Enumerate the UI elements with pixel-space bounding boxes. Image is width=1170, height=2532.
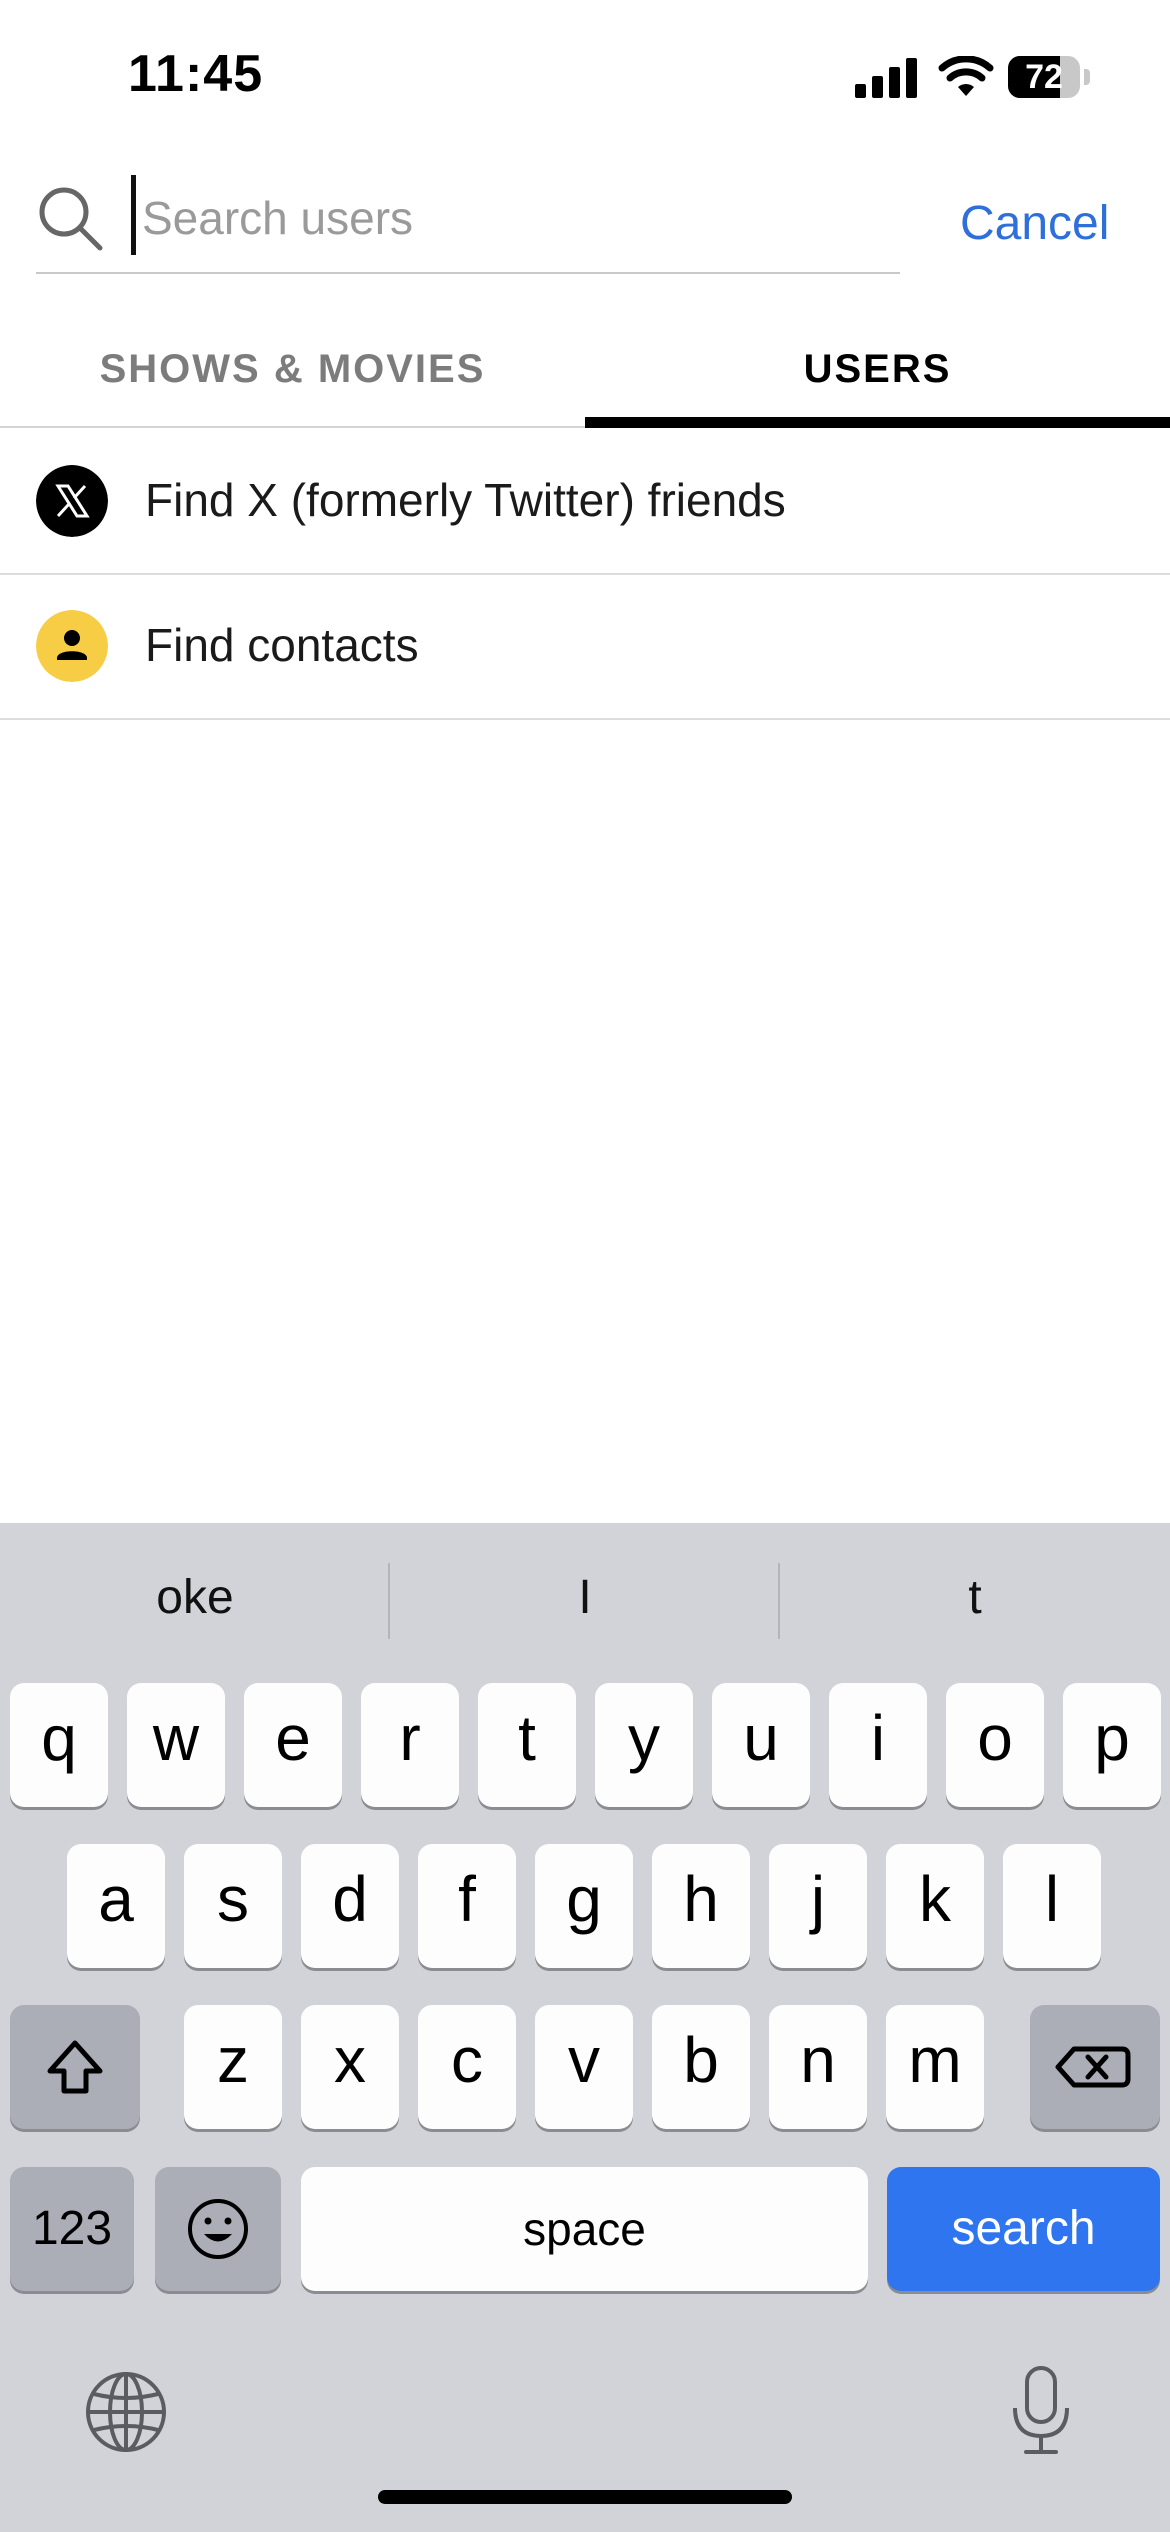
key-z[interactable]: z (184, 2005, 282, 2129)
key-p[interactable]: p (1063, 1683, 1161, 1807)
suggestion-3[interactable]: t (780, 1570, 1170, 1625)
suggestion-2[interactable]: I (390, 1570, 780, 1625)
cancel-button[interactable]: Cancel (960, 196, 1109, 251)
key-r[interactable]: r (361, 1683, 459, 1807)
signal-icon (855, 58, 917, 98)
active-tab-indicator (585, 417, 1170, 428)
key-i[interactable]: i (829, 1683, 927, 1807)
list-item-label: Find X (formerly Twitter) friends (145, 474, 786, 526)
battery-percent: 72 (1025, 58, 1063, 96)
key-q[interactable]: q (10, 1683, 108, 1807)
list-item-find-x-friends[interactable]: Find X (formerly Twitter) friends (0, 429, 1170, 575)
key-g[interactable]: g (535, 1844, 633, 1968)
emoji-icon (188, 2199, 248, 2259)
list-item-find-contacts[interactable]: Find contacts (0, 574, 1170, 720)
numbers-key[interactable]: 123 (10, 2167, 134, 2291)
person-icon (36, 610, 108, 682)
text-cursor (131, 175, 136, 255)
key-h[interactable]: h (652, 1844, 750, 1968)
key-t[interactable]: t (478, 1683, 576, 1807)
key-v[interactable]: v (535, 2005, 633, 2129)
backspace-icon (1055, 2046, 1131, 2088)
shift-key[interactable] (10, 2005, 140, 2129)
key-l[interactable]: l (1003, 1844, 1101, 1968)
suggestion-1[interactable]: oke (0, 1570, 390, 1625)
emoji-key[interactable] (155, 2167, 281, 2291)
search-icon (39, 187, 103, 251)
shift-icon (47, 2040, 103, 2094)
key-m[interactable]: m (886, 2005, 984, 2129)
globe-icon[interactable] (84, 2370, 168, 2454)
key-s[interactable]: s (184, 1844, 282, 1968)
status-time: 11:45 (128, 45, 264, 103)
x-logo-icon (36, 465, 108, 537)
search-key[interactable]: search (887, 2167, 1160, 2291)
key-e[interactable]: e (244, 1683, 342, 1807)
key-y[interactable]: y (595, 1683, 693, 1807)
home-indicator (378, 2490, 792, 2504)
key-o[interactable]: o (946, 1683, 1044, 1807)
search-underline (36, 272, 900, 274)
key-d[interactable]: d (301, 1844, 399, 1968)
space-key[interactable]: space (301, 2167, 868, 2291)
key-c[interactable]: c (418, 2005, 516, 2129)
list-item-label: Find contacts (145, 619, 419, 671)
battery-icon: 72 (1008, 56, 1092, 98)
key-f[interactable]: f (418, 1844, 516, 1968)
key-b[interactable]: b (652, 2005, 750, 2129)
key-u[interactable]: u (712, 1683, 810, 1807)
wifi-icon (938, 56, 994, 96)
microphone-icon[interactable] (1006, 2364, 1076, 2456)
key-a[interactable]: a (67, 1844, 165, 1968)
key-j[interactable]: j (769, 1844, 867, 1968)
key-n[interactable]: n (769, 2005, 867, 2129)
key-x[interactable]: x (301, 2005, 399, 2129)
tab-shows-movies[interactable]: SHOWS & MOVIES (0, 340, 585, 430)
key-k[interactable]: k (886, 1844, 984, 1968)
search-input[interactable] (130, 178, 902, 258)
key-w[interactable]: w (127, 1683, 225, 1807)
delete-key[interactable] (1030, 2005, 1160, 2129)
